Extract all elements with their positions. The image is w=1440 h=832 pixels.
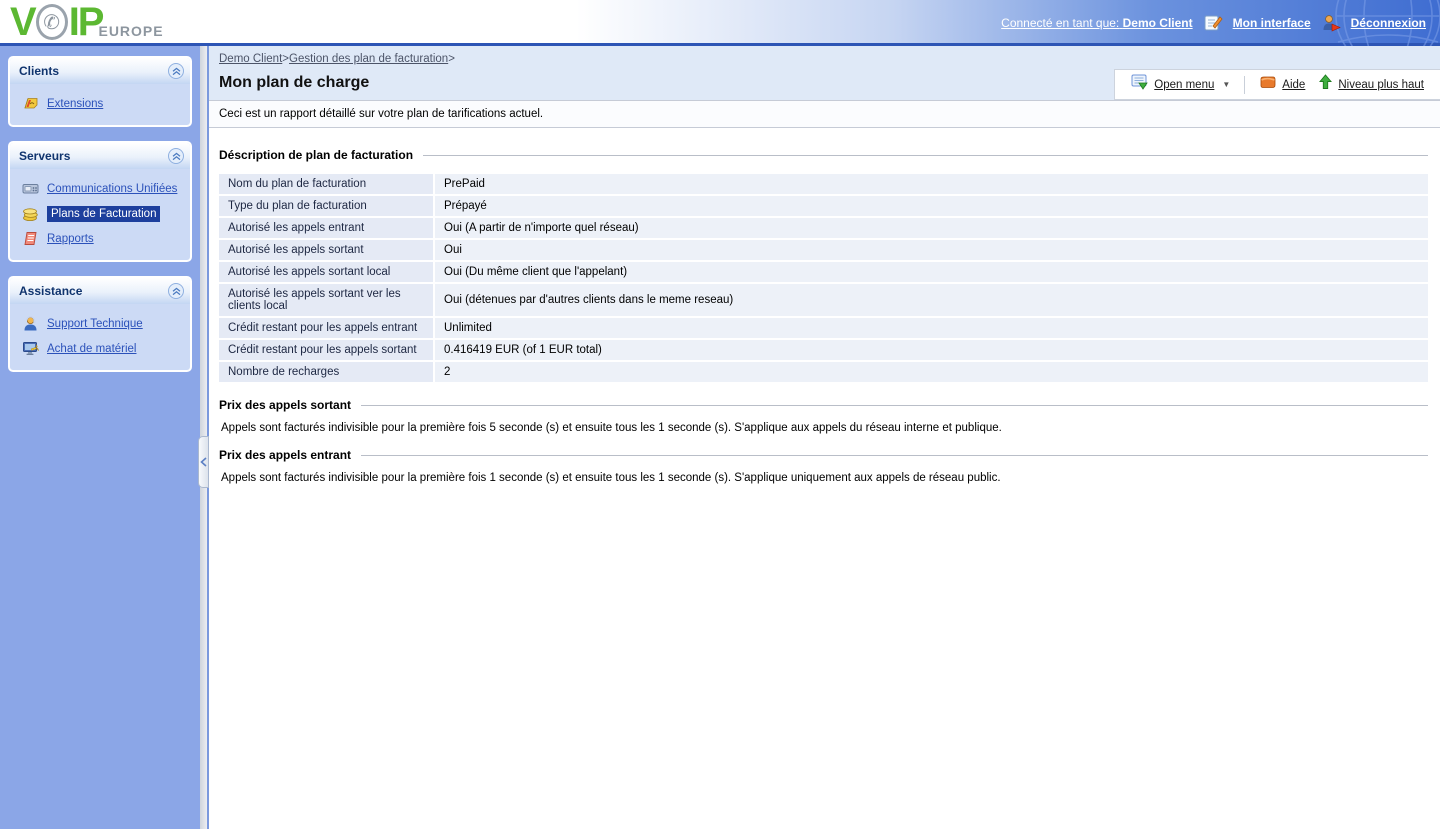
top-header: V ✆ IP EUROPE Connecté en tant que: Demo… [0,0,1440,46]
sidebar-collapse-handle[interactable] [198,436,209,488]
pricing-text: Appels sont facturés indivisible pour la… [221,472,1428,484]
row-value: Oui [435,240,1428,260]
sidebar-item[interactable]: Support Technique [20,311,186,336]
table-row: Autorisé les appels sortant ver les clie… [219,284,1428,316]
my-interface-link[interactable]: Mon interface [1233,16,1311,30]
logout-user-icon [1321,13,1341,33]
reports-icon [22,230,39,247]
sidebar-item-label[interactable]: Support Technique [47,318,143,330]
row-value: 2 [435,362,1428,382]
sidebar-item-label[interactable]: Achat de matériel [47,343,137,355]
panel-title: Serveurs [19,149,70,163]
breadcrumb-link[interactable]: Demo Client [219,53,282,65]
row-label: Nombre de recharges [219,362,435,382]
row-value: Unlimited [435,318,1428,338]
level-up-icon [1319,74,1332,95]
chevron-down-icon: ▼ [1222,80,1230,89]
logo-text-v: V [10,2,35,42]
row-value: Oui (A partir de n'importe quel réseau) [435,218,1428,238]
sidebar-item[interactable]: Rapports [20,226,186,251]
sidebar-item[interactable]: Achat de matériel [20,336,186,361]
table-row: Type du plan de facturation Prépayé [219,196,1428,216]
open-menu-icon [1131,74,1148,95]
row-value: Oui (détenues par d'autres clients dans … [435,284,1428,316]
collapse-chevron-icon[interactable] [168,63,184,79]
row-label: Autorisé les appels sortant local [219,262,435,282]
page-title: Mon plan de charge [209,69,1114,100]
toolbar: Open menu ▼ Aide Niveau plus haut [1114,69,1440,100]
sidebar-item[interactable]: Plans de Facturation [20,201,186,226]
sidebar: Clients Extensions Serveurs Communicatio… [0,46,200,829]
panel-header[interactable]: Clients [10,58,190,84]
help-button[interactable]: Aide [1259,75,1305,95]
logo-text-ip: IP [69,2,103,42]
table-row: Autorisé les appels sortant Oui [219,240,1428,260]
voip-europe-logo: V ✆ IP EUROPE [10,2,164,42]
row-label: Autorisé les appels entrant [219,218,435,238]
table-row: Nom du plan de facturation PrePaid [219,174,1428,194]
row-value: Prépayé [435,196,1428,216]
phone-handset-icon: ✆ [36,4,68,40]
support-icon [22,315,39,332]
sidebar-item-label[interactable]: Plans de Facturation [47,206,160,222]
edit-note-icon [1203,13,1223,33]
unified-comms-icon [22,180,39,197]
row-label: Autorisé les appels sortant ver les clie… [219,284,435,316]
logo-text-europe: EUROPE [98,23,163,39]
breadcrumb: Demo Client>Gestion des plan de facturat… [209,46,1440,69]
row-label: Autorisé les appels sortant [219,240,435,260]
row-label: Type du plan de facturation [219,196,435,216]
table-row: Nombre de recharges 2 [219,362,1428,382]
billing-plans-icon [22,205,39,222]
sidebar-divider [200,46,209,829]
hardware-icon [22,340,39,357]
row-value: Oui (Du même client que l'appelant) [435,262,1428,282]
table-row: Crédit restant pour les appels sortant 0… [219,340,1428,360]
panel-title: Clients [19,64,59,78]
table-row: Autorisé les appels entrant Oui (A parti… [219,218,1428,238]
connected-as-link[interactable]: Connecté en tant que: Demo Client [1001,16,1192,30]
breadcrumb-link[interactable]: Gestion des plan de facturation [289,53,448,65]
sidebar-item-label[interactable]: Communications Unifiées [47,183,177,195]
collapse-chevron-icon[interactable] [168,283,184,299]
sidebar-panel-clients: Clients Extensions [8,56,192,127]
row-label: Nom du plan de facturation [219,174,435,194]
level-up-button[interactable]: Niveau plus haut [1319,74,1424,95]
sidebar-item-label[interactable]: Rapports [47,233,94,245]
plan-table: Nom du plan de facturation PrePaid Type … [219,172,1428,384]
row-value: PrePaid [435,174,1428,194]
pricing-title: Prix des appels sortant [219,398,351,412]
row-label: Crédit restant pour les appels entrant [219,318,435,338]
pricing-section: Prix des appels entrant Appels sont fact… [219,448,1428,484]
plan-section-header: Déscription de plan de facturation [219,148,1428,162]
help-icon [1259,75,1276,95]
collapse-chevron-icon[interactable] [168,148,184,164]
table-row: Autorisé les appels sortant local Oui (D… [219,262,1428,282]
panel-title: Assistance [19,284,82,298]
phone-directory-icon [22,95,39,112]
pricing-section: Prix des appels sortant Appels sont fact… [219,398,1428,434]
pricing-title: Prix des appels entrant [219,448,351,462]
sidebar-panel-assistance: Assistance Support Technique Achat de ma… [8,276,192,372]
panel-header[interactable]: Serveurs [10,143,190,169]
sidebar-item-label[interactable]: Extensions [47,98,103,110]
page-subtitle: Ceci est un rapport détaillé sur votre p… [209,100,1440,128]
sidebar-panel-serveurs: Serveurs Communications Unifiées Plans d… [8,141,192,262]
sidebar-item[interactable]: Extensions [20,91,186,116]
toolbar-separator [1244,76,1245,94]
logout-link[interactable]: Déconnexion [1351,16,1426,30]
row-value: 0.416419 EUR (of 1 EUR total) [435,340,1428,360]
row-label: Crédit restant pour les appels sortant [219,340,435,360]
open-menu-button[interactable]: Open menu ▼ [1131,74,1230,95]
table-row: Crédit restant pour les appels entrant U… [219,318,1428,338]
sidebar-item[interactable]: Communications Unifiées [20,176,186,201]
pricing-text: Appels sont facturés indivisible pour la… [221,422,1428,434]
panel-header[interactable]: Assistance [10,278,190,304]
